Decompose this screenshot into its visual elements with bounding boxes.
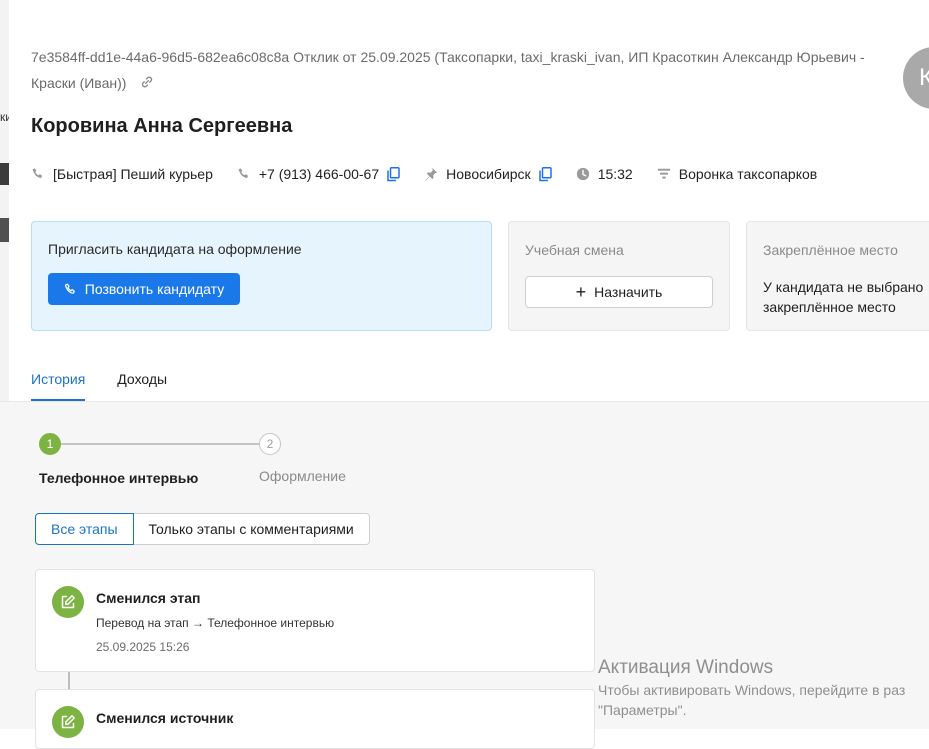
response-info-text: 7e3584ff-dd1e-44a6-96d5-682ea6c08c8a Отк… (31, 49, 865, 91)
response-info: 7e3584ff-dd1e-44a6-96d5-682ea6c08c8a Отк… (31, 44, 911, 97)
phone-text: +7 (913) 466-00-67 (258, 166, 380, 182)
time-item: 15:32 (576, 166, 633, 182)
tab-history[interactable]: История (31, 365, 86, 401)
event-title: Сменился источник (96, 710, 234, 726)
watermark-title: Активация Windows (598, 657, 774, 678)
windows-activation-watermark: Активация Windows Чтобы активировать Win… (598, 656, 929, 720)
step-1-label: Телефонное интервью (39, 470, 199, 486)
phone-icon (64, 283, 77, 296)
stage-stepper: 1 2 Телефонное интервью Оформление (39, 432, 439, 492)
filter-all-stages[interactable]: Все этапы (35, 513, 134, 545)
fixed-place-card: Закреплённое место У кандидата не выбран… (746, 221, 929, 331)
edit-icon (52, 586, 84, 618)
training-shift-title: Учебная смена (525, 242, 624, 258)
call-candidate-button[interactable]: Позвонить кандидату (48, 273, 240, 305)
plus-icon: + (575, 282, 587, 302)
avatar-letter: К (919, 64, 929, 91)
city-text: Новосибирск (446, 166, 531, 182)
candidate-name: Коровина Анна Сергеевна (31, 115, 293, 137)
candidate-page: 7e3584ff-dd1e-44a6-96d5-682ea6c08c8a Отк… (0, 0, 929, 749)
invite-card-title: Пригласить кандидата на оформление (48, 241, 302, 257)
funnel-text: Воронка таксопарков (678, 166, 818, 182)
phone-icon (237, 167, 251, 181)
phone-item: +7 (913) 466-00-67 (237, 166, 400, 182)
clock-icon (576, 167, 590, 181)
vacancy-item: [Быстрая] Пеший курьер (31, 166, 213, 182)
tabs: История Доходы (31, 365, 199, 401)
tab-income[interactable]: Доходы (117, 365, 167, 399)
vacancy-text: [Быстрая] Пеший курьер (53, 166, 213, 182)
stage-filter: Все этапы Только этапы с комментариями (35, 513, 370, 545)
fixed-place-title: Закреплённое место (763, 242, 898, 258)
edit-icon (52, 706, 84, 738)
copy-icon[interactable] (538, 166, 552, 182)
history-event: Сменился этап Перевод на этап → Телефонн… (35, 569, 595, 672)
event-date: 25.09.2025 15:26 (96, 640, 190, 654)
assign-shift-label: Назначить (594, 284, 663, 300)
timeline-connector (68, 672, 70, 690)
filter-commented-stages[interactable]: Только этапы с комментариями (133, 513, 370, 545)
step-connector (61, 443, 259, 445)
invite-card: Пригласить кандидата на оформление Позво… (31, 221, 492, 331)
copy-icon[interactable] (387, 166, 400, 182)
step-2-circle: 2 (259, 433, 281, 455)
phone-handset-icon (31, 167, 45, 181)
candidate-meta: [Быстрая] Пеший курьер +7 (913) 466-00-6… (31, 162, 841, 186)
fixed-place-text: У кандидата не выбрано закреплённое мест… (763, 279, 924, 315)
city-item: Новосибирск (424, 166, 552, 182)
pin-icon (424, 167, 438, 181)
step-1-circle: 1 (39, 433, 61, 455)
step-2-label: Оформление (259, 468, 346, 484)
watermark-line: "Параметры". (598, 702, 687, 718)
training-shift-card: Учебная смена + Назначить (508, 221, 730, 331)
time-text: 15:32 (597, 166, 633, 182)
funnel-icon (657, 167, 671, 181)
funnel-item: Воронка таксопарков (657, 166, 817, 182)
link-icon[interactable] (140, 71, 154, 97)
event-description: Перевод на этап → Телефонное интервью (96, 616, 335, 630)
assign-shift-button[interactable]: + Назначить (525, 276, 713, 308)
event-title: Сменился этап (96, 590, 201, 606)
watermark-line: Чтобы активировать Windows, перейдите в … (598, 682, 906, 698)
history-event: Сменился источник (35, 689, 595, 749)
call-candidate-label: Позвонить кандидату (84, 281, 225, 297)
